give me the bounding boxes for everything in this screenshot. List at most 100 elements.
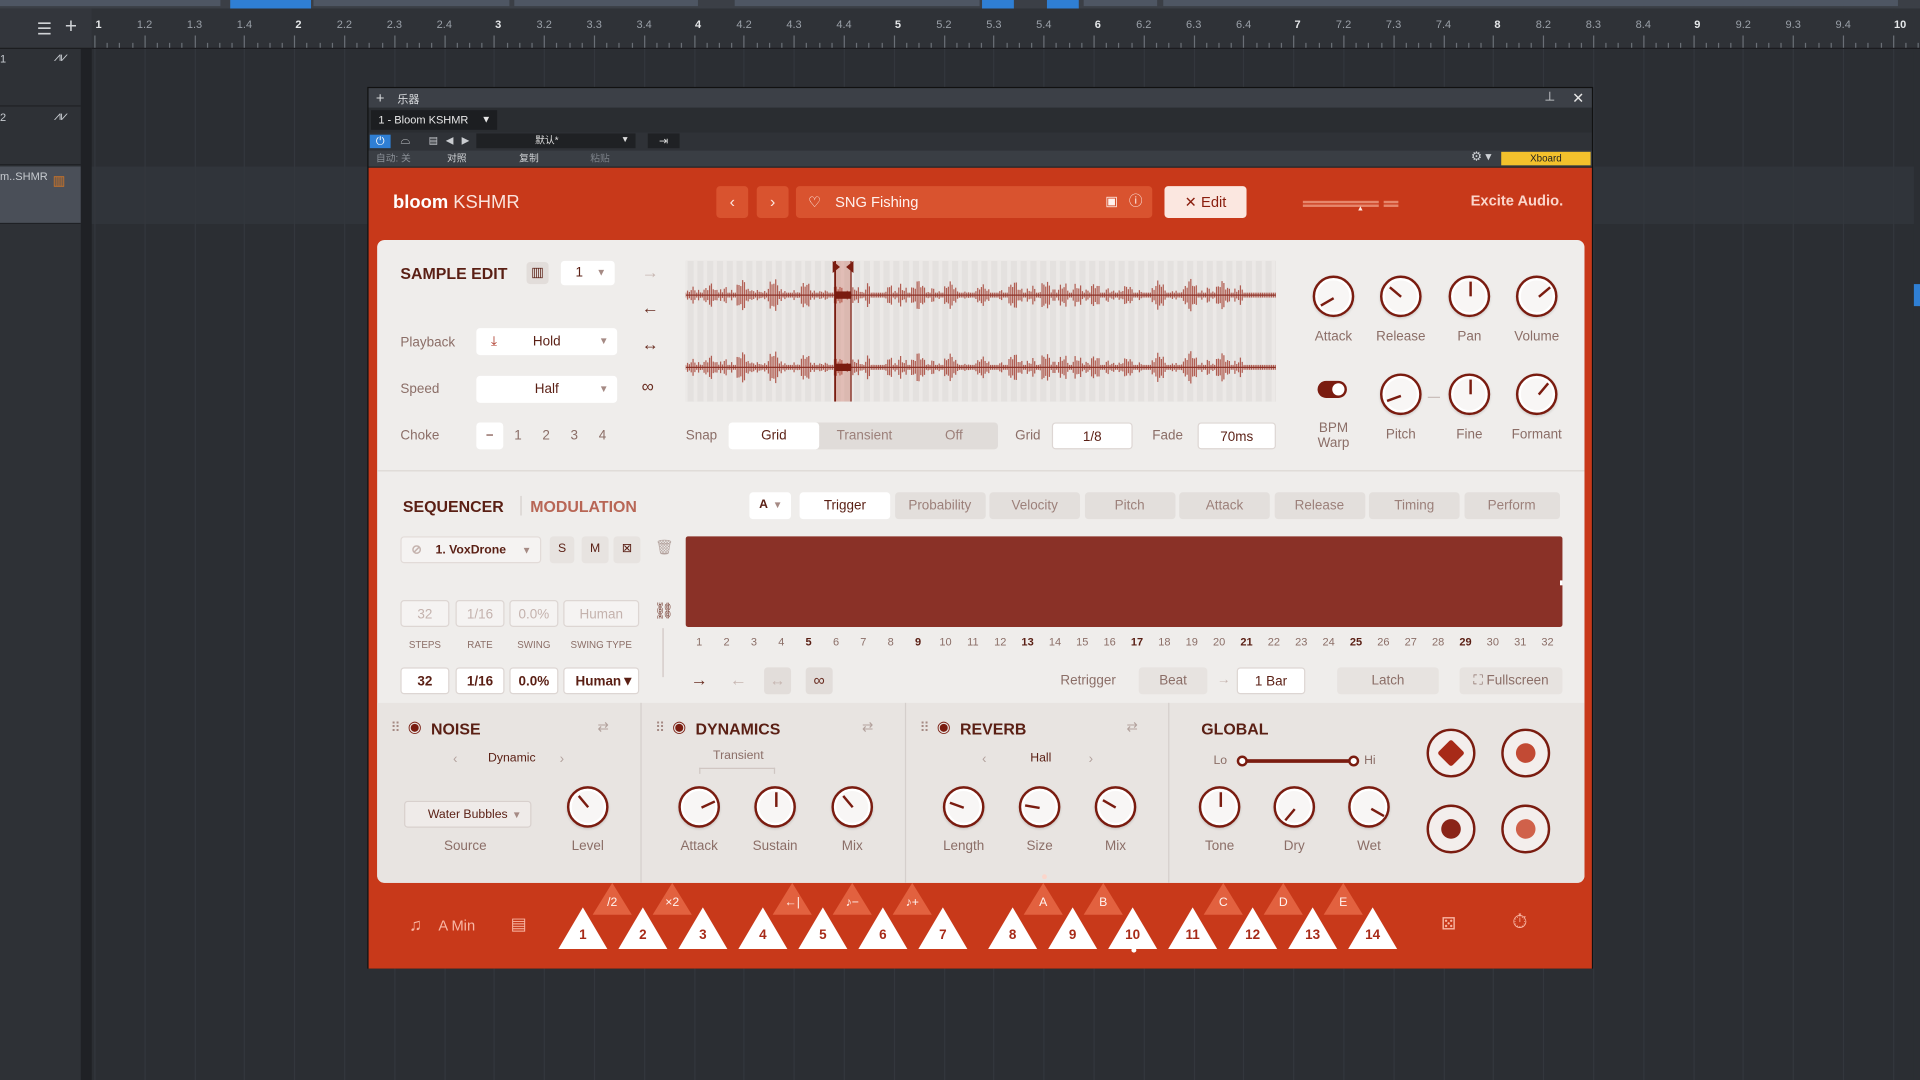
drag-handle-icon[interactable]: ⠿ [920,720,930,736]
noise-mode[interactable]: Dynamic [479,752,545,765]
macro-slider[interactable]: ▲ [1302,200,1399,213]
paste-button[interactable]: 粘贴 [590,152,610,165]
prev-preset-button[interactable]: ‹ [716,186,749,218]
tab-perform[interactable]: Perform [1463,492,1560,520]
fx-slot-circle[interactable] [1501,728,1551,778]
drag-handle-icon[interactable]: ⠿ [391,720,401,736]
xboard-button[interactable]: Xboard [1501,151,1591,166]
settings-sliders-icon[interactable]: ⇄ [598,719,609,735]
choke-2[interactable]: 2 [533,422,560,449]
next-preset-button[interactable]: › [756,186,789,218]
rate-field[interactable]: 1/16 [455,667,505,695]
compare-button[interactable]: 对照 [447,152,467,165]
reverb-size-knob[interactable] [1018,786,1061,828]
dynamics-power-icon[interactable]: ◉ [672,718,686,738]
sample-formant-knob[interactable] [1515,373,1558,416]
add-icon[interactable]: + [376,89,385,106]
timeline-ruler[interactable]: 1 1.2 1.3 1.4 2 2.2 2.3 2.4 3 3.2 3.3 3.4 4 4.2 4.3 4.4… [91,8,1920,49]
next-preset-icon[interactable]: ▶ [462,135,470,146]
instrument-dropdown[interactable]: 1 - Bloom KSHMR ▼ [371,110,498,130]
dice-icon[interactable]: ⚄ [1441,913,1456,934]
layout-icon[interactable]: ▤ [511,913,527,934]
prev-preset-icon[interactable]: ◀ [446,135,454,146]
fx-slot-diamond[interactable] [1426,728,1476,778]
heart-icon[interactable]: ♡ [808,186,821,218]
sample-attack-knob[interactable] [1312,275,1355,318]
list-icon[interactable]: ☰ [37,18,52,39]
info-icon[interactable]: ⓘ [1129,186,1142,218]
window-titlebar[interactable]: + 乐器 ⊥ ✕ [368,88,1592,108]
tab-probability[interactable]: Probability [894,492,986,520]
snap-transient[interactable]: Transient [819,422,910,449]
preset-dropdown[interactable]: 默认* ▼ [476,133,636,149]
latch-button[interactable]: Latch [1337,667,1439,695]
prev-mode-icon[interactable]: ‹ [453,752,457,767]
track-dropdown[interactable]: ⊘ 1. VoxDrone ▼ [400,536,542,564]
fx-slot-flower[interactable] [1501,804,1551,854]
tab-pitch[interactable]: Pitch [1084,492,1175,520]
fullscreen-button[interactable]: ⛶ Fullscreen [1459,667,1563,695]
automation-status[interactable]: 自动: 关 [376,152,411,165]
gear-icon[interactable]: ⚙ ▾ [1471,151,1492,164]
snap-off[interactable]: Off [910,422,998,449]
arrow-both-icon[interactable]: ↔ [642,334,659,354]
next-mode-icon[interactable]: › [560,752,564,767]
playback-dropdown[interactable]: ⤓ Hold ▼ [476,328,618,356]
reverb-mode[interactable]: Hall [1008,752,1074,765]
swing-field[interactable]: 0.0% [509,667,559,695]
fx-slot-burst[interactable] [1426,804,1476,854]
choke-1[interactable]: 1 [504,422,531,449]
power-icon[interactable]: ⏻ [369,134,391,149]
bpm-warp-toggle[interactable] [1317,380,1347,398]
copy-button[interactable]: 复制 [519,152,539,165]
play-pingpong-icon[interactable]: ↔ [764,667,792,695]
pin-icon[interactable]: ⊥ [1544,88,1555,108]
solo-button[interactable]: S [549,536,575,564]
save-icon[interactable]: ▣ [1105,186,1118,218]
speed-dropdown[interactable]: Half ▼ [476,375,618,403]
dyn-mix-knob[interactable] [831,786,874,828]
snap-grid[interactable]: Grid [728,422,820,450]
sequencer-steps[interactable] [685,536,1563,627]
sample-volume-knob[interactable] [1515,275,1558,318]
steps-field[interactable]: 32 [400,667,450,695]
trash-icon[interactable]: 🗑 [655,539,674,556]
reverb-power-icon[interactable]: ◉ [937,718,951,738]
tab-attack[interactable]: Attack [1179,492,1270,520]
reverb-length-knob[interactable] [942,786,985,828]
loop-icon[interactable]: ∞ [805,667,833,695]
loop-icon[interactable]: ∞ [642,376,654,396]
choke-off[interactable]: − [476,422,504,450]
tab-velocity[interactable]: Velocity [989,492,1081,520]
global-tone-knob[interactable] [1198,786,1241,828]
play-forward-icon[interactable]: → [691,670,708,690]
swing-type-dropdown[interactable]: Human▼ [563,667,640,695]
sample-pitch-knob[interactable] [1380,373,1422,416]
global-range-slider[interactable] [1236,755,1360,767]
sample-pan-knob[interactable] [1448,275,1491,318]
tab-release[interactable]: Release [1274,492,1365,520]
scroll-indicator[interactable] [1913,284,1920,307]
sample-slot-dropdown[interactable]: 1 ▼ [560,260,615,286]
add-track-icon[interactable]: + [65,15,77,39]
arrow-right-icon[interactable]: → [642,262,659,282]
edit-button[interactable]: ✕ Edit [1164,186,1247,218]
track-row[interactable]: 2 ⩘⩗ [0,108,81,166]
preset-icon[interactable]: ▤ [429,135,438,146]
retrigger-to[interactable]: 1 Bar [1236,667,1306,695]
play-reverse-icon[interactable]: ← [730,670,747,690]
sample-fine-knob[interactable] [1448,373,1491,416]
track-row[interactable]: m..SHMR ▥ [0,166,81,225]
dyn-attack-knob[interactable] [678,786,721,828]
modulation-tab[interactable]: MODULATION [530,497,637,515]
prev-mode-icon[interactable]: ‹ [982,752,986,767]
settings-sliders-icon[interactable]: ⇄ [862,719,873,735]
bypass-icon[interactable]: ⌓ [400,133,410,146]
fade-value[interactable]: 70ms [1197,422,1276,450]
routing-icon[interactable]: ⇥ [647,133,680,149]
randomize-icon[interactable]: ⊠ [613,536,641,564]
arrow-left-icon[interactable]: ← [642,298,659,318]
piano-icon[interactable]: ▥ [526,262,549,285]
tab-timing[interactable]: Timing [1368,492,1460,520]
dyn-sustain-knob[interactable] [754,786,796,828]
